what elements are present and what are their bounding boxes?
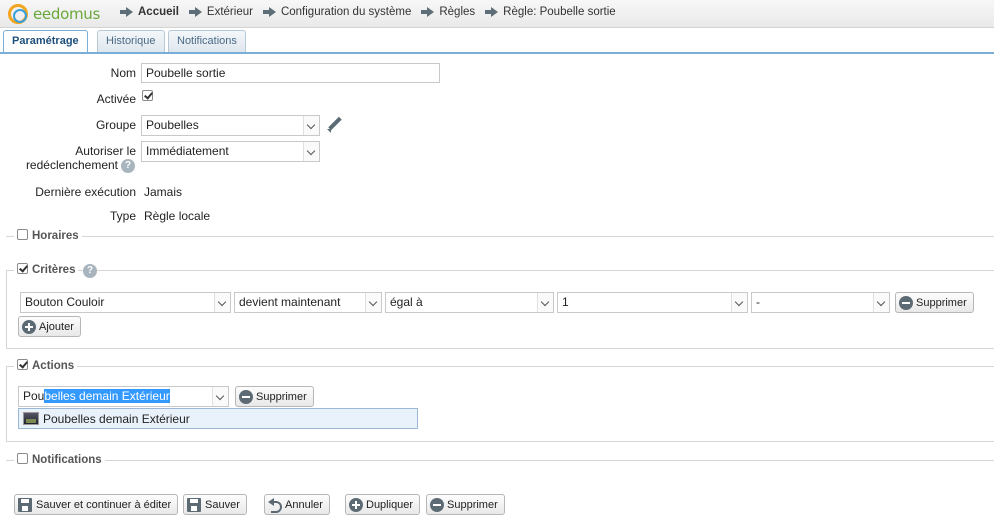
save-icon bbox=[187, 497, 201, 512]
chevron-down-icon bbox=[365, 293, 381, 312]
nom-label: Nom bbox=[110, 66, 136, 80]
criteres-label: Critères bbox=[32, 264, 76, 276]
notifications-label: Notifications bbox=[32, 454, 102, 466]
minus-icon bbox=[239, 389, 253, 404]
groupe-label: Groupe bbox=[95, 118, 136, 132]
actions-legend: Actions bbox=[14, 359, 78, 372]
breadcrumb-item-exterieur[interactable]: Extérieur bbox=[188, 6, 253, 18]
logo-icon bbox=[8, 4, 28, 24]
criteres-legend: Critères bbox=[14, 263, 79, 276]
main-content: Nom Poubelle sortie Activée Groupe Poube… bbox=[0, 54, 994, 522]
action-search-input[interactable]: Poubelles demain Extérieur bbox=[18, 386, 229, 407]
action-selected-text: belles demain Extérieur bbox=[44, 389, 170, 403]
plus-icon bbox=[349, 497, 363, 512]
arrow-right-icon bbox=[485, 7, 499, 17]
actions-label: Actions bbox=[32, 360, 75, 372]
cancel-button[interactable]: Annuler bbox=[264, 494, 330, 515]
save-continue-button[interactable]: Sauver et continuer à éditer bbox=[14, 494, 179, 515]
notifications-checkbox[interactable] bbox=[17, 453, 28, 464]
notifications-legend: Notifications bbox=[14, 453, 105, 466]
tab-parametrage[interactable]: Paramétrage bbox=[3, 30, 88, 54]
breadcrumb-item-regles[interactable]: Règles bbox=[421, 6, 475, 18]
device-thumbnail-icon bbox=[23, 412, 39, 425]
autoriser-select[interactable]: Immédiatement bbox=[141, 141, 320, 162]
critere-condition-value: devient maintenant bbox=[239, 295, 341, 309]
breadcrumb-item-accueil[interactable]: Accueil bbox=[120, 6, 179, 18]
undo-icon bbox=[268, 497, 282, 513]
critere-value-select[interactable]: 1 bbox=[557, 292, 748, 313]
help-icon[interactable]: ? bbox=[83, 264, 97, 278]
actions-checkbox[interactable] bbox=[17, 359, 28, 370]
notifications-section bbox=[6, 460, 994, 461]
chevron-down-icon bbox=[212, 387, 228, 406]
autoriser-label-line2: redéclenchement bbox=[25, 158, 118, 172]
chevron-down-icon bbox=[303, 116, 319, 135]
autoriser-value: Immédiatement bbox=[146, 144, 229, 158]
critere-operator-select[interactable]: égal à bbox=[385, 292, 554, 313]
breadcrumb: Accueil Extérieur Configuration du systè… bbox=[120, 6, 626, 18]
critere-operator-value: égal à bbox=[390, 295, 423, 309]
critere-extra-value: - bbox=[756, 295, 760, 309]
critere-device-value: Bouton Couloir bbox=[25, 295, 105, 309]
save-button[interactable]: Sauver bbox=[183, 494, 247, 515]
horaires-checkbox[interactable] bbox=[17, 229, 28, 240]
breadcrumb-item-configuration[interactable]: Configuration du système bbox=[262, 6, 411, 18]
type-label: Type bbox=[109, 209, 136, 223]
action-typed-text: Pou bbox=[23, 389, 45, 403]
activee-label: Activée bbox=[96, 92, 136, 106]
derniere-execution-label: Dernière exécution bbox=[35, 185, 136, 199]
plus-icon bbox=[22, 319, 36, 334]
critere-extra-select[interactable]: - bbox=[751, 292, 890, 313]
chevron-down-icon bbox=[731, 293, 747, 312]
minus-icon bbox=[430, 497, 444, 512]
critere-add-button[interactable]: Ajouter bbox=[18, 316, 81, 337]
tab-historique[interactable]: Historique bbox=[97, 30, 165, 52]
action-suggestion-item[interactable]: Poubelles demain Extérieur bbox=[18, 408, 418, 429]
critere-condition-select[interactable]: devient maintenant bbox=[234, 292, 382, 313]
arrow-right-icon bbox=[421, 7, 435, 17]
tab-notifications[interactable]: Notifications bbox=[168, 30, 246, 52]
pencil-icon[interactable] bbox=[325, 116, 343, 134]
horaires-section bbox=[6, 236, 994, 237]
arrow-right-icon bbox=[262, 7, 276, 17]
chevron-down-icon bbox=[214, 293, 230, 312]
minus-icon bbox=[899, 295, 913, 310]
activee-checkbox[interactable] bbox=[142, 90, 153, 101]
save-icon bbox=[18, 497, 32, 512]
critere-device-select[interactable]: Bouton Couloir bbox=[20, 292, 231, 313]
arrow-right-icon bbox=[120, 7, 133, 17]
logo[interactable]: eedomus bbox=[8, 3, 100, 25]
type-value: Règle locale bbox=[144, 209, 211, 223]
groupe-select[interactable]: Poubelles bbox=[141, 115, 320, 136]
top-header: eedomus Accueil Extérieur Configuration … bbox=[0, 0, 994, 28]
criteres-checkbox[interactable] bbox=[17, 263, 28, 274]
breadcrumb-item-regle[interactable]: Règle: Poubelle sortie bbox=[485, 6, 616, 18]
delete-button[interactable]: Supprimer bbox=[426, 494, 505, 515]
horaires-legend: Horaires bbox=[14, 229, 82, 242]
critere-value-value: 1 bbox=[562, 295, 569, 309]
duplicate-button[interactable]: Dupliquer bbox=[345, 494, 421, 515]
autoriser-label-line1: Autoriser le bbox=[75, 144, 136, 158]
chevron-down-icon bbox=[873, 293, 889, 312]
help-icon[interactable]: ? bbox=[121, 159, 135, 173]
horaires-label: Horaires bbox=[32, 230, 79, 242]
logo-text: eedomus bbox=[33, 5, 100, 23]
critere-remove-button[interactable]: Supprimer bbox=[895, 292, 974, 313]
arrow-right-icon bbox=[188, 7, 202, 17]
nom-input[interactable]: Poubelle sortie bbox=[141, 63, 440, 83]
derniere-execution-value: Jamais bbox=[144, 185, 183, 199]
action-remove-button[interactable]: Supprimer bbox=[235, 386, 314, 407]
groupe-value: Poubelles bbox=[146, 118, 199, 132]
chevron-down-icon bbox=[537, 293, 553, 312]
chevron-down-icon bbox=[303, 142, 319, 161]
